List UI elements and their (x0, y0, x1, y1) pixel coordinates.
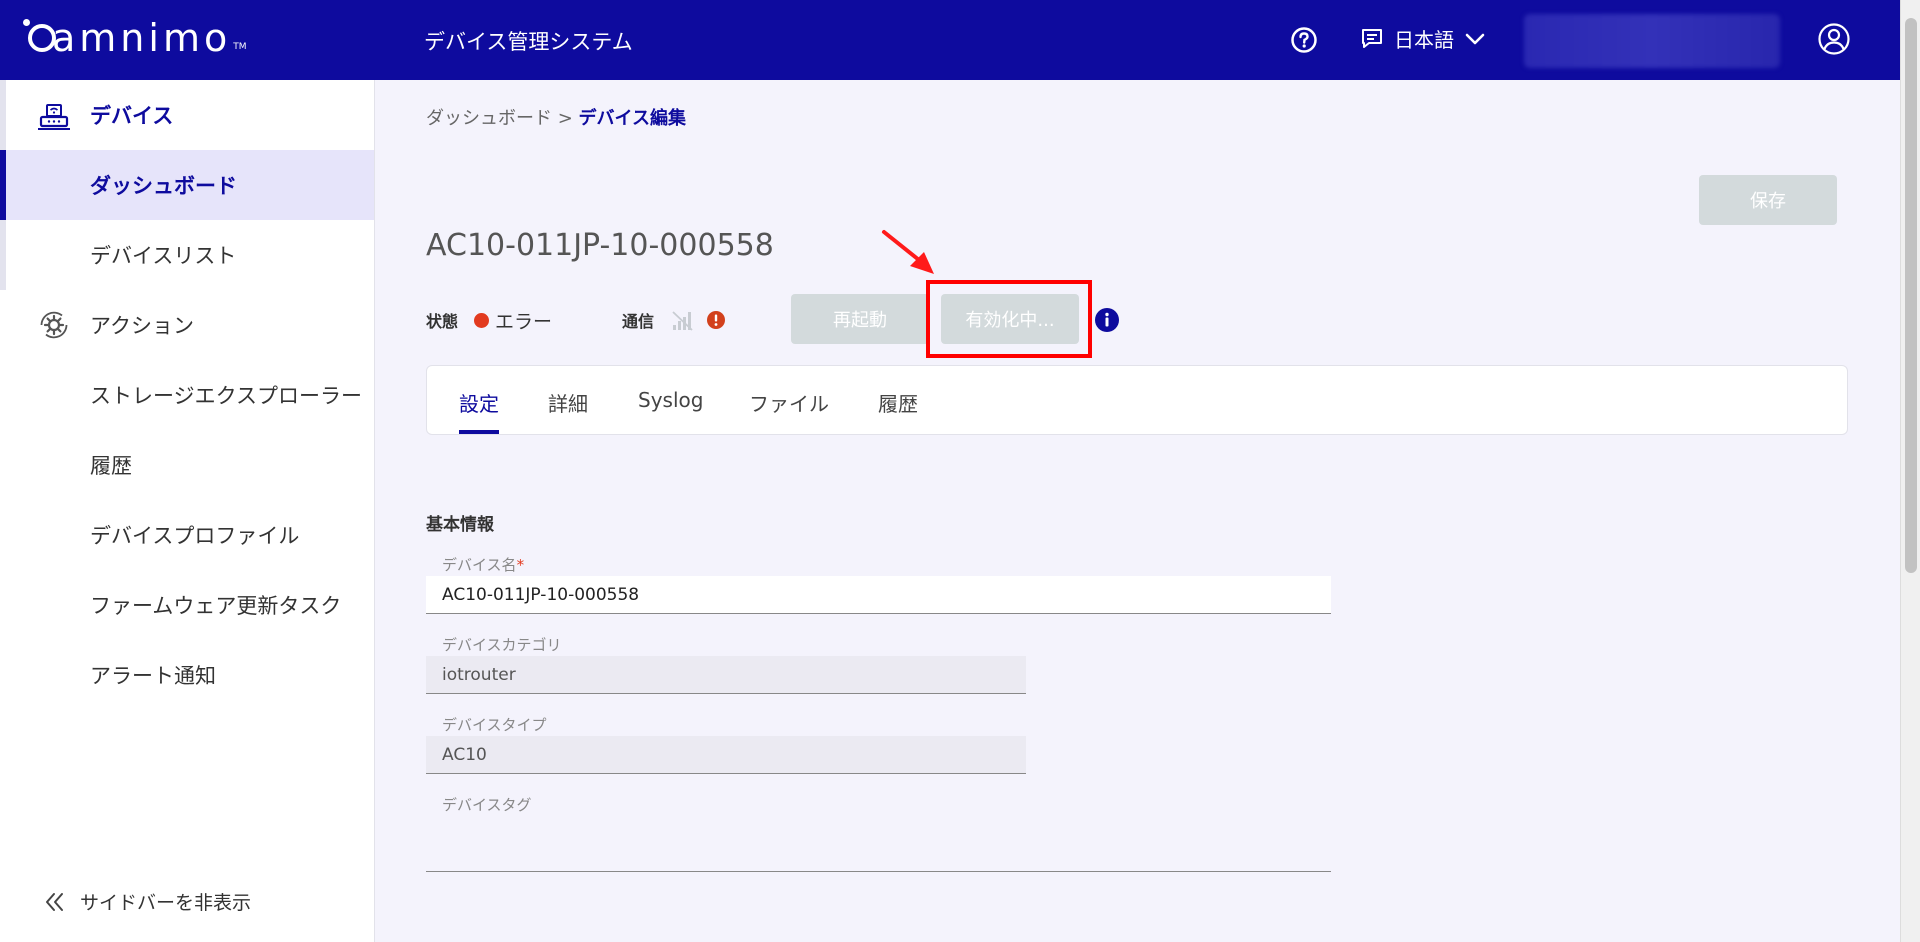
sidebar-item-firmware-task[interactable]: ファームウェア更新タスク (0, 570, 374, 640)
language-label: 日本語 (1394, 28, 1454, 52)
sidebar-item-storage-explorer[interactable]: ストレージエクスプローラー (0, 360, 374, 430)
sidebar-item-device-profile[interactable]: デバイスプロファイル (0, 500, 374, 570)
sidebar-item-label: アラート通知 (90, 664, 216, 688)
language-selector[interactable]: 日本語 (1360, 24, 1486, 53)
page-scrollbar[interactable] (1900, 0, 1920, 942)
sidebar-item-label: ダッシュボード (90, 174, 237, 198)
basic-info-heading: 基本情報 (426, 515, 494, 535)
breadcrumb-parent[interactable]: ダッシュボード (426, 108, 552, 129)
gear-cycle-icon (40, 311, 68, 339)
sidebar-item-dashboard[interactable]: ダッシュボード (0, 150, 374, 220)
double-chevron-left-icon (46, 892, 63, 911)
logo-text: amnimo (52, 16, 232, 60)
save-button[interactable]: 保存 (1699, 175, 1837, 225)
status-error-dot (474, 312, 490, 328)
device-name-label-text: デバイス名 (442, 556, 517, 574)
reboot-button[interactable]: 再起動 (791, 294, 929, 344)
account-icon[interactable] (1817, 22, 1851, 56)
status-row: 状態 エラー 通信 (426, 294, 726, 346)
device-category-field: iotrouter (426, 656, 1026, 694)
status-label: 状態 (426, 312, 459, 331)
breadcrumb-current: デバイス編集 (578, 108, 686, 129)
hide-sidebar-label: サイドバーを非表示 (80, 892, 252, 914)
signal-off-icon (672, 311, 693, 331)
chevron-down-icon (1465, 33, 1485, 44)
amnimo-logo[interactable]: amnimo TM (23, 16, 247, 60)
sidebar-item-label: デバイスプロファイル (90, 524, 300, 548)
tab-settings[interactable]: 設定 (459, 388, 499, 417)
hide-sidebar-button[interactable]: サイドバーを非表示 (44, 888, 251, 915)
language-icon (1362, 28, 1382, 48)
tab-details[interactable]: 詳細 (548, 388, 588, 417)
active-tab-indicator (459, 430, 499, 434)
sidebar-item-label: デバイス (90, 104, 174, 128)
sidebar-item-label: ファームウェア更新タスク (90, 594, 342, 618)
info-icon[interactable] (1094, 307, 1120, 333)
sidebar-item-actions[interactable]: アクション (0, 290, 374, 360)
sidebar-item-history[interactable]: 履歴 (0, 430, 374, 500)
device-name-value: AC10-011JP-10-000558 (442, 584, 640, 605)
sidebar-item-label: 履歴 (90, 454, 132, 478)
logo-tm: TM (233, 42, 247, 52)
sidebar-item-devices[interactable]: デバイス (0, 80, 374, 150)
breadcrumb-separator: > (552, 108, 579, 129)
device-name-label: デバイス名* (442, 554, 524, 575)
device-category-label: デバイスカテゴリ (442, 636, 562, 654)
sidebar-item-label: アクション (90, 314, 194, 338)
device-category-value: iotrouter (442, 664, 516, 685)
tab-syslog[interactable]: Syslog (638, 388, 703, 412)
device-type-label: デバイスタイプ (442, 716, 547, 734)
device-tag-field[interactable] (426, 815, 1331, 872)
device-tag-label: デバイスタグ (442, 796, 532, 814)
top-header: amnimo TM デバイス管理システム 日本語 (0, 0, 1900, 80)
sidebar: デバイス ダッシュボード デバイスリスト アクション ストレージエクスプローラー… (0, 80, 375, 942)
help-icon[interactable] (1290, 26, 1318, 54)
device-name-field[interactable]: AC10-011JP-10-000558 (426, 576, 1331, 614)
user-name-blurred (1524, 14, 1780, 68)
device-type-field: AC10 (426, 736, 1026, 774)
sidebar-item-alert-notification[interactable]: アラート通知 (0, 640, 374, 710)
app-title: デバイス管理システム (424, 30, 633, 54)
status-value: エラー (495, 310, 553, 333)
red-arrow-annotation (882, 230, 934, 274)
alert-icon (707, 311, 726, 329)
required-mark: * (516, 556, 525, 574)
sidebar-item-device-list[interactable]: デバイスリスト (0, 220, 374, 290)
sidebar-item-label: デバイスリスト (90, 244, 237, 268)
device-type-value: AC10 (442, 744, 487, 765)
tab-files[interactable]: ファイル (749, 388, 829, 417)
sidebar-item-label: ストレージエクスプローラー (90, 384, 362, 408)
device-title: AC10-011JP-10-000558 (426, 228, 774, 263)
logo-mark-icon (23, 19, 56, 52)
tab-bar: 設定 詳細 Syslog ファイル 履歴 (426, 365, 1848, 435)
scrollbar-thumb[interactable] (1905, 18, 1917, 573)
breadcrumb: ダッシュボード > デバイス編集 (426, 104, 686, 130)
tab-history[interactable]: 履歴 (878, 388, 918, 417)
highlight-box (926, 280, 1092, 358)
router-icon (38, 104, 70, 130)
communication-label: 通信 (622, 312, 655, 331)
